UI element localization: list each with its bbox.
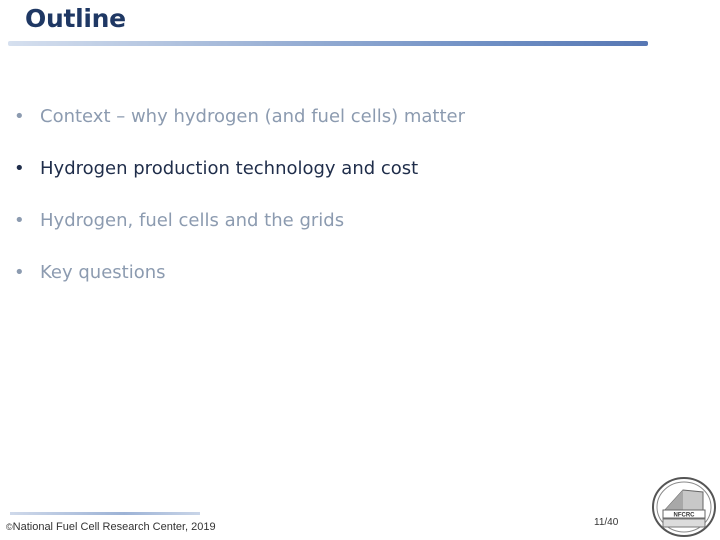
nfcrc-logo-icon: NFCRC bbox=[652, 477, 716, 537]
outline-item-label: Hydrogen, fuel cells and the grids bbox=[40, 210, 345, 231]
bullet-icon: • bbox=[14, 158, 25, 179]
bullet-icon: • bbox=[14, 106, 25, 127]
copyright-icon: © bbox=[6, 522, 13, 532]
copyright-text: National Fuel Cell Research Center, 2019 bbox=[12, 521, 216, 533]
bullet-icon: • bbox=[14, 262, 25, 283]
page-number: 11/40 bbox=[594, 517, 619, 528]
outline-item-context: • Context – why hydrogen (and fuel cells)… bbox=[14, 104, 465, 130]
outline-item-label: Context – why hydrogen (and fuel cells) … bbox=[40, 106, 465, 127]
copyright-notice: ©National Fuel Cell Research Center, 201… bbox=[6, 521, 216, 533]
outline-item-label: Hydrogen production technology and cost bbox=[40, 158, 419, 179]
footer-divider bbox=[10, 512, 200, 515]
outline-item-production: • Hydrogen production technology and cost bbox=[14, 156, 465, 182]
outline-item-questions: • Key questions bbox=[14, 260, 465, 286]
outline-item-label: Key questions bbox=[40, 262, 166, 283]
outline-item-grids: • Hydrogen, fuel cells and the grids bbox=[14, 208, 465, 234]
outline-list: • Context – why hydrogen (and fuel cells)… bbox=[14, 104, 465, 312]
logo-text: NFCRC bbox=[674, 513, 696, 519]
title-divider bbox=[8, 41, 648, 46]
slide-title: Outline bbox=[25, 4, 126, 33]
bullet-icon: • bbox=[14, 210, 25, 231]
